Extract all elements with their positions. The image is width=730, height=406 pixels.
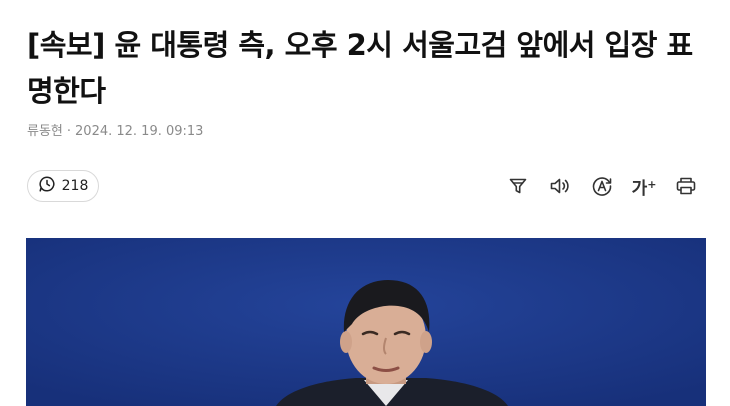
translate-icon[interactable] [590, 172, 614, 200]
article-byline: 류동현 · 2024. 12. 19. 09:13 [27, 120, 203, 139]
speaker-icon[interactable] [548, 172, 572, 200]
article-photo [26, 238, 706, 406]
comment-count-button[interactable]: 218 [27, 170, 99, 202]
publish-date: 2024. 12. 19. 09:13 [75, 124, 204, 139]
article-headline: [속보] 윤 대통령 측, 오후 2시 서울고검 앞에서 입장 표명한다 [27, 28, 693, 108]
font-size-label: 가 [631, 178, 648, 199]
article-photo-image [26, 238, 706, 406]
font-size-icon[interactable]: 가 + [631, 172, 657, 200]
font-size-plus: + [647, 177, 657, 191]
filter-icon[interactable] [506, 172, 530, 200]
comment-icon [38, 175, 56, 197]
comment-count: 218 [61, 178, 89, 194]
byline-separator: · [66, 124, 72, 139]
author-name: 류동현 [27, 124, 63, 139]
print-icon[interactable] [674, 172, 698, 200]
article-toolbar: 가 + [506, 172, 698, 200]
